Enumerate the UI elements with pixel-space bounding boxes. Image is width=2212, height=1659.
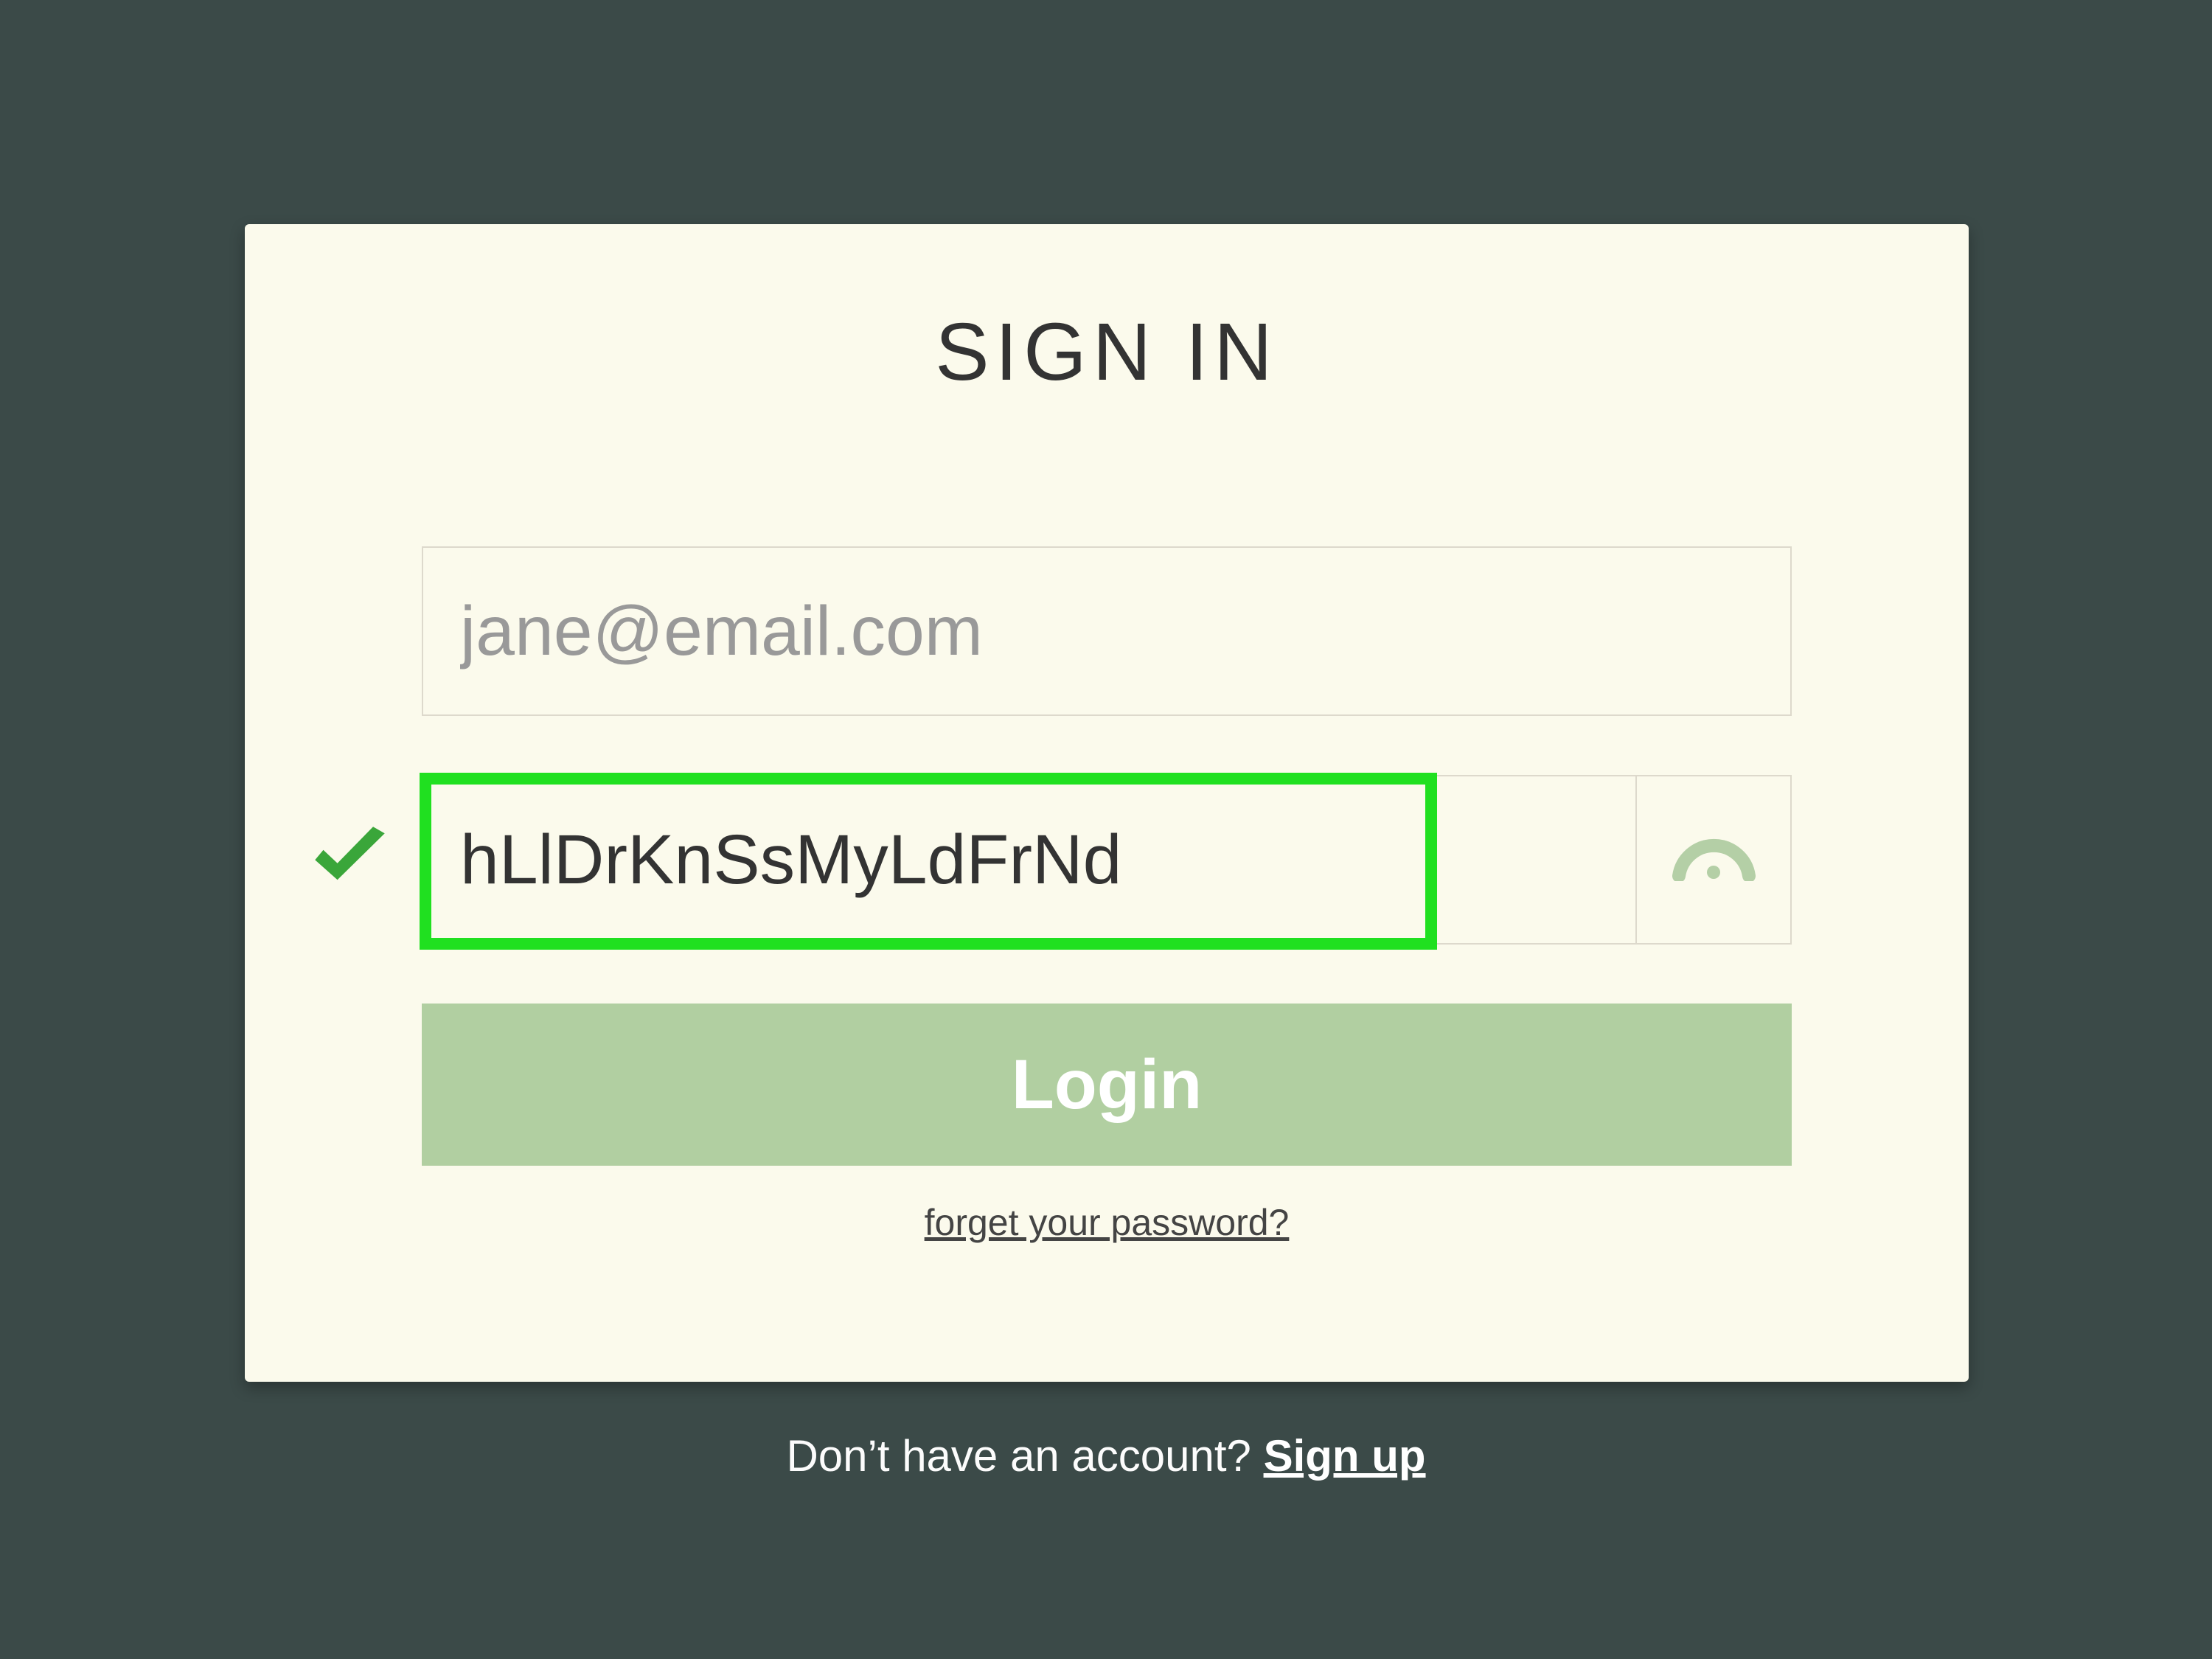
password-wrapper: [422, 775, 1792, 945]
toggle-password-visibility[interactable]: [1635, 776, 1790, 943]
signin-title: SIGN IN: [422, 305, 1792, 399]
signup-row: Don’t have an account? Sign up: [0, 1430, 2212, 1481]
signin-card: SIGN IN Login forget your password?: [245, 224, 1969, 1382]
email-row: [422, 546, 1792, 716]
login-button[interactable]: Login: [422, 1004, 1792, 1166]
signup-link[interactable]: Sign up: [1264, 1431, 1426, 1481]
password-input[interactable]: [423, 776, 1635, 943]
forgot-password-link[interactable]: forget your password?: [422, 1201, 1792, 1244]
checkmark-icon: [307, 825, 392, 895]
eye-icon: [1672, 835, 1756, 885]
password-row: [422, 775, 1792, 945]
signup-prompt: Don’t have an account?: [786, 1431, 1263, 1481]
email-input[interactable]: [422, 546, 1792, 716]
